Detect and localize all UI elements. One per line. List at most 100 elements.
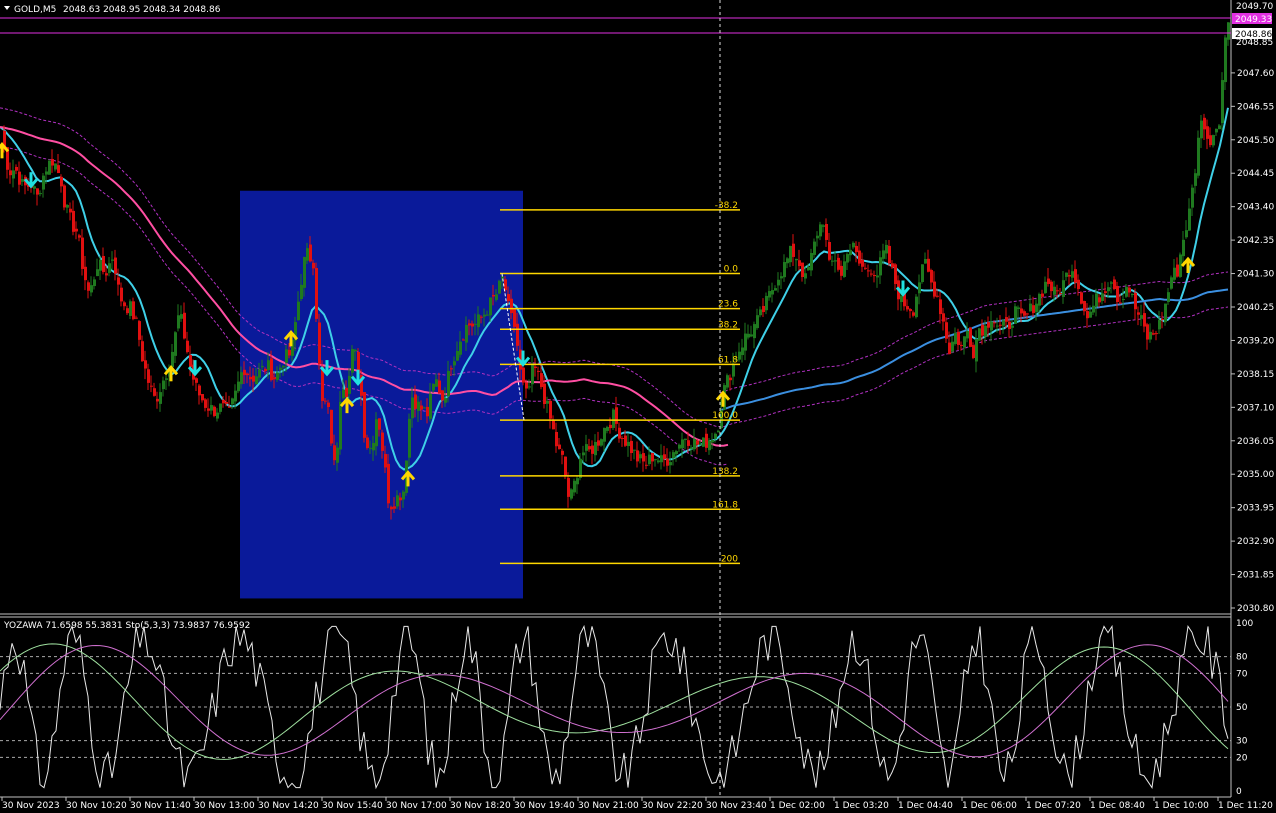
bear-candle [393, 506, 396, 509]
bull-candle [747, 333, 750, 338]
bull-candle [369, 447, 372, 449]
bull-candle [498, 280, 501, 294]
bear-candle [969, 327, 972, 347]
price-tick-label: 2044.45 [1237, 169, 1274, 179]
bull-candle [879, 257, 882, 276]
bull-candle [216, 412, 219, 419]
bull-candle [1014, 306, 1017, 324]
bear-candle [378, 418, 381, 430]
bear-candle [381, 432, 384, 451]
bull-candle [1125, 286, 1128, 297]
bear-candle [525, 382, 528, 389]
bear-candle [888, 245, 891, 264]
price-tick-label: 2038.15 [1237, 370, 1274, 380]
bull-candle [768, 291, 771, 298]
bear-candle [1128, 287, 1131, 293]
bull-candle [699, 444, 702, 446]
bear-candle [636, 450, 639, 462]
bear-candle [1146, 324, 1149, 340]
bear-candle [228, 406, 231, 408]
bear-candle [186, 340, 189, 353]
bear-candle [792, 243, 795, 257]
bear-candle [399, 497, 402, 501]
bull-candle [1062, 280, 1065, 297]
bear-candle [1074, 269, 1077, 283]
osc-level-label: 20 [1236, 753, 1248, 763]
price-tick-label: 2032.90 [1237, 537, 1274, 547]
bull-candle [876, 275, 879, 278]
time-tick-label: 1 Dec 06:00 [962, 801, 1017, 811]
bear-candle [9, 170, 12, 176]
bear-candle [1077, 279, 1080, 290]
bear-candle [663, 454, 666, 460]
bear-candle [87, 282, 90, 291]
bull-candle [819, 224, 822, 237]
bull-candle [1164, 303, 1167, 323]
bear-candle [762, 305, 765, 313]
bull-candle [804, 273, 807, 279]
bull-candle [849, 249, 852, 256]
bear-candle [999, 324, 1002, 326]
bull-candle [1131, 293, 1134, 295]
bull-candle [396, 495, 399, 507]
bear-candle [183, 312, 186, 339]
bull-candle [231, 398, 234, 405]
bull-candle [690, 447, 693, 449]
bear-candle [957, 331, 960, 345]
fib-level-label: 23.6 [718, 300, 738, 310]
bull-candle [570, 489, 573, 499]
bear-candle [69, 208, 72, 213]
bull-candle [756, 315, 759, 329]
bull-candle [171, 351, 174, 368]
bull-candle [1179, 254, 1182, 277]
fib-level-label: 0.0 [724, 265, 739, 275]
price-tick-label: 2035.00 [1237, 470, 1274, 480]
bull-candle [963, 336, 966, 348]
bull-candle [1110, 282, 1113, 284]
bull-candle [240, 372, 243, 385]
bull-candle [834, 260, 837, 262]
osc-level-label: 100 [1236, 619, 1253, 629]
bear-candle [960, 344, 963, 346]
bear-candle [945, 322, 948, 339]
bear-candle [414, 394, 417, 409]
bear-candle [309, 244, 312, 262]
bear-candle [825, 223, 828, 240]
bull-candle [42, 175, 45, 190]
bear-candle [873, 275, 876, 277]
bull-candle [786, 258, 789, 264]
bear-candle [312, 262, 315, 269]
bear-candle [591, 445, 594, 454]
bull-candle [258, 369, 261, 378]
bull-candle [351, 348, 354, 373]
bull-candle [1227, 22, 1230, 40]
bull-candle [648, 454, 651, 465]
bear-candle [18, 171, 21, 185]
bear-candle [366, 437, 369, 449]
time-tick-label: 30 Nov 2023 [2, 801, 60, 811]
bull-candle [528, 386, 531, 388]
ask-price-tag: 2049.33 [1235, 15, 1272, 25]
bear-candle [555, 431, 558, 447]
bear-candle [327, 402, 330, 408]
bear-candle [207, 408, 210, 411]
bull-candle [831, 260, 834, 262]
bear-candle [645, 464, 648, 466]
bear-candle [801, 262, 804, 277]
bull-candle [279, 367, 282, 370]
bear-candle [141, 341, 144, 362]
bull-candle [627, 441, 630, 447]
bull-candle [234, 390, 237, 402]
bull-candle [672, 452, 675, 459]
bear-candle [1137, 312, 1140, 315]
time-tick-label: 30 Nov 23:40 [706, 801, 767, 811]
price-tick-label: 2030.80 [1237, 604, 1274, 614]
bear-candle [615, 407, 618, 424]
bull-candle [1194, 173, 1197, 186]
time-tick-label: 30 Nov 17:00 [386, 801, 447, 811]
bear-candle [57, 165, 60, 174]
time-tick-label: 30 Nov 15:40 [322, 801, 383, 811]
bull-candle [795, 258, 798, 261]
bear-candle [387, 463, 390, 504]
bull-candle [996, 325, 999, 327]
